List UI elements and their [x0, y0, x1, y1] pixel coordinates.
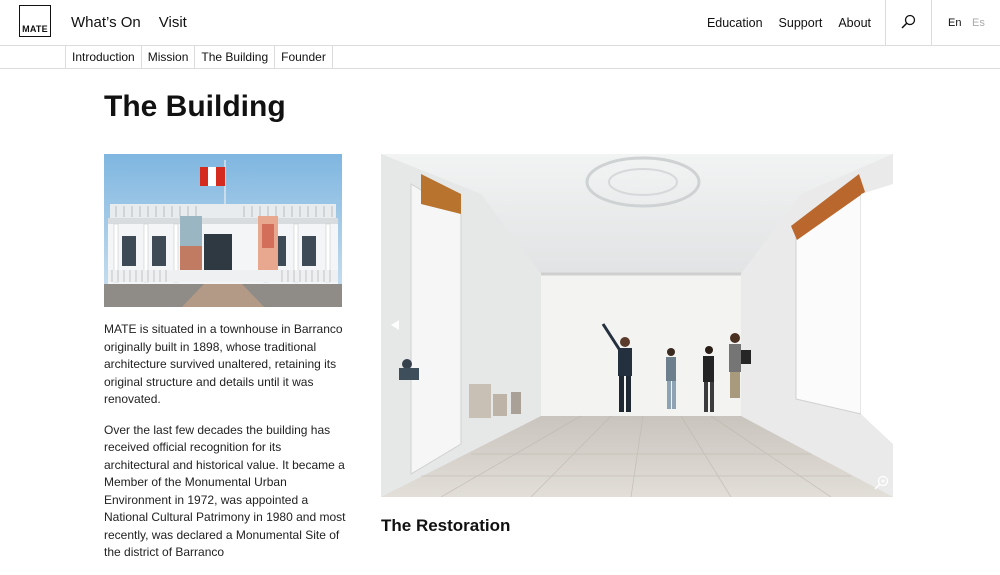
site-header: MATE What’s On Visit Education Support A…: [0, 0, 1000, 46]
mate-logo[interactable]: MATE: [19, 5, 51, 37]
nav-visit[interactable]: Visit: [159, 14, 187, 31]
subnav-the-building[interactable]: The Building: [195, 46, 276, 68]
building-exterior-image: [104, 154, 342, 307]
previous-arrow-icon[interactable]: [390, 319, 400, 331]
search-icon[interactable]: [900, 14, 916, 30]
zoom-icon[interactable]: [873, 475, 889, 491]
paragraph: Over the last few decades the building h…: [104, 422, 346, 560]
building-description: MATE is situated in a townhouse in Barra…: [104, 321, 346, 575]
nav-whats-on[interactable]: What’s On: [71, 14, 141, 31]
subnav-mission[interactable]: Mission: [142, 46, 196, 68]
header-divider: [931, 0, 932, 45]
nav-education[interactable]: Education: [707, 16, 763, 30]
nav-support[interactable]: Support: [779, 16, 823, 30]
header-divider: [885, 0, 886, 45]
page-title: The Building: [104, 90, 286, 123]
section-title-restoration: The Restoration: [381, 516, 511, 535]
lang-en[interactable]: En: [948, 17, 961, 29]
restoration-interior-image[interactable]: [381, 154, 893, 497]
main-nav: What’s On Visit: [71, 14, 187, 31]
secondary-nav: Education Support About: [707, 16, 871, 30]
subnav-founder[interactable]: Founder: [275, 46, 333, 68]
section-subnav: Introduction Mission The Building Founde…: [0, 46, 1000, 69]
subnav-introduction[interactable]: Introduction: [66, 46, 142, 68]
nav-about[interactable]: About: [838, 16, 871, 30]
paragraph: MATE is situated in a townhouse in Barra…: [104, 322, 343, 406]
lang-es[interactable]: Es: [972, 17, 985, 29]
logo-text: MATE: [22, 24, 48, 34]
